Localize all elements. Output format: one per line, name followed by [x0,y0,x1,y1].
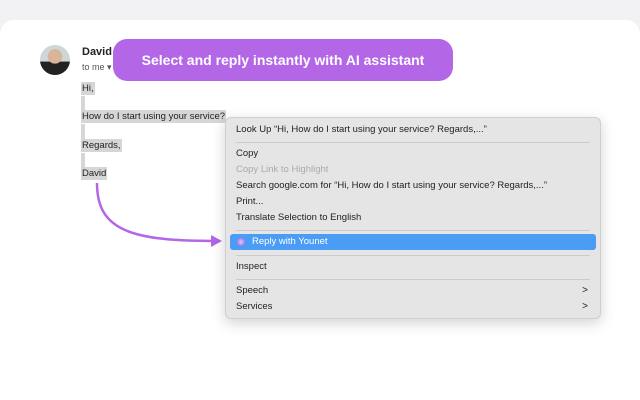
menu-item-look-up[interactable]: Look Up “Hi, How do I start using your s… [230,122,596,138]
context-menu: Look Up “Hi, How do I start using your s… [225,117,601,319]
chevron-right-icon: > [582,285,588,296]
menu-item-search-google[interactable]: Search google.com for “Hi, How do I star… [230,178,596,194]
menu-item-label: Speech [236,285,269,296]
chevron-right-icon: > [582,301,588,312]
menu-item-copy[interactable]: Copy [230,146,596,162]
menu-item-reply-with-younet[interactable]: Reply with Younet [230,234,596,250]
menu-item-copy-link: Copy Link to Highlight [236,164,329,175]
menu-separator [236,279,590,280]
menu-separator [236,142,590,143]
menu-item-label: Reply with Younet [252,236,328,247]
promo-banner: Select and reply instantly with AI assis… [113,39,453,81]
menu-separator [236,255,590,256]
menu-item-print[interactable]: Print... [230,194,596,210]
younet-icon [237,238,245,246]
menu-item-speech[interactable]: Speech > [230,283,596,299]
menu-item-services[interactable]: Services > [230,299,596,315]
menu-item-inspect[interactable]: Inspect [230,259,596,275]
menu-separator [236,230,590,231]
menu-item-label: Services [236,301,273,312]
menu-item-translate[interactable]: Translate Selection to English [230,210,596,226]
